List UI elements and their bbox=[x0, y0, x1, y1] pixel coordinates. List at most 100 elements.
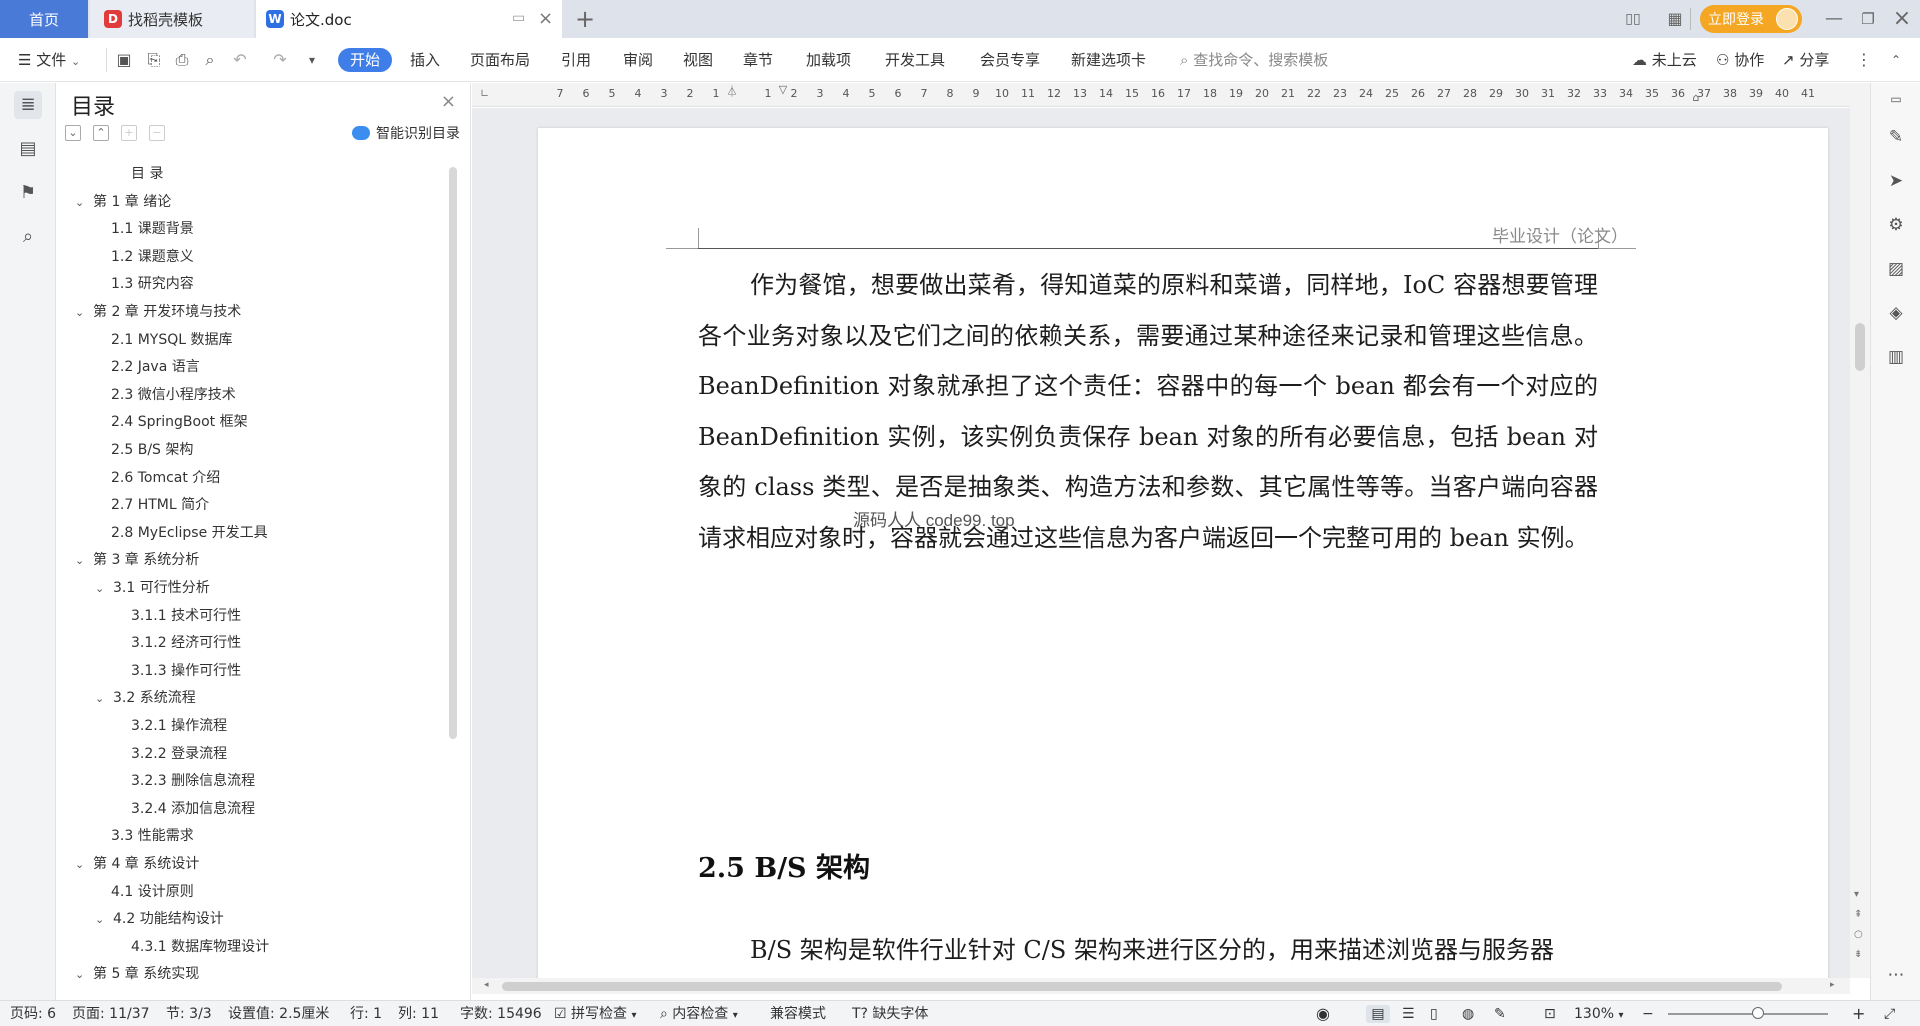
word-count[interactable]: 字数: 15496 bbox=[460, 1005, 542, 1023]
zoom-in-icon[interactable]: + bbox=[1852, 1005, 1865, 1023]
select-cursor-icon[interactable]: ➤ bbox=[1884, 169, 1908, 193]
zoom-slider-handle[interactable] bbox=[1752, 1007, 1764, 1019]
write-mode-icon[interactable]: ✎ bbox=[1494, 1005, 1506, 1023]
toc-item[interactable]: 2.2 Java 语言 bbox=[111, 354, 200, 380]
toc-item[interactable]: 3.2.3 删除信息流程 bbox=[131, 768, 255, 794]
horizontal-scroll-thumb[interactable] bbox=[502, 982, 1782, 991]
pin-tab-icon[interactable]: ▭ bbox=[512, 10, 525, 26]
fullscreen-icon[interactable]: ⤢ bbox=[1884, 1005, 1895, 1023]
eye-protection-icon[interactable]: ◉ bbox=[1316, 1005, 1330, 1023]
expand-all-icon[interactable]: ⌄ bbox=[65, 125, 81, 141]
document-area[interactable]: 毕业设计（论文） 作为餐馆，想要做出菜肴，得知道菜的原料和菜谱，同样地，IoC … bbox=[472, 108, 1850, 978]
redo-icon[interactable]: ↷ bbox=[270, 50, 290, 70]
zoom-slider[interactable] bbox=[1668, 1013, 1828, 1015]
toc-item[interactable]: ⌄ 第 2 章 开发环境与技术 bbox=[75, 299, 241, 325]
more-tools-icon[interactable]: ⋯ bbox=[1884, 963, 1908, 987]
toc-item[interactable]: 3.1.2 经济可行性 bbox=[131, 630, 241, 656]
chevron-down-icon[interactable]: ⌄ bbox=[95, 686, 109, 712]
toc-item[interactable]: ⌄ 第 3 章 系统分析 bbox=[75, 547, 199, 573]
zoom-out-icon[interactable]: − bbox=[1642, 1005, 1654, 1023]
toc-item[interactable]: 4.3.1 数据库物理设计 bbox=[131, 934, 269, 960]
edit-pen-icon[interactable]: ✎ bbox=[1884, 125, 1908, 149]
fit-page-icon[interactable]: ⊡ bbox=[1544, 1005, 1556, 1023]
toc-item[interactable]: 2.1 MYSQL 数据库 bbox=[111, 327, 233, 353]
zoom-level[interactable]: 130% ▾ bbox=[1574, 1005, 1624, 1023]
add-heading-icon[interactable]: + bbox=[121, 125, 137, 141]
collapse-all-icon[interactable]: ⌃ bbox=[93, 125, 109, 141]
collaborate-button[interactable]: ⚇ 协作 bbox=[1716, 48, 1764, 72]
apps-grid-icon[interactable]: ▦ bbox=[1664, 8, 1686, 30]
quick-access-more-icon[interactable]: ▾ bbox=[302, 50, 322, 70]
section-count[interactable]: 节: 3/3 bbox=[166, 1005, 212, 1023]
tab-review[interactable]: 审阅 bbox=[623, 48, 653, 72]
chevron-down-icon[interactable]: ⌄ bbox=[95, 907, 109, 933]
command-search-input[interactable]: ⌕ 查找命令、搜索模板 bbox=[1180, 48, 1328, 72]
close-window-icon[interactable]: × bbox=[1891, 8, 1913, 30]
toc-item[interactable]: 3.2.4 添加信息流程 bbox=[131, 796, 255, 822]
toc-item[interactable]: 2.8 MyEclipse 开发工具 bbox=[111, 520, 268, 546]
tab-addins[interactable]: 加载项 bbox=[806, 48, 851, 72]
tab-developer[interactable]: 开发工具 bbox=[885, 48, 945, 72]
document-vertical-scrollbar[interactable]: ▾ ⇞ ○ ⇟ bbox=[1850, 83, 1870, 978]
content-check-button[interactable]: ⌕ 内容检查 ▾ bbox=[660, 1005, 738, 1023]
adjust-settings-icon[interactable]: ⚙ bbox=[1884, 213, 1908, 237]
toc-item[interactable]: ⌄ 第 4 章 系统设计 bbox=[75, 851, 199, 877]
section-heading[interactable]: 2.5 B/S 架构 bbox=[698, 846, 870, 885]
minimize-icon[interactable]: — bbox=[1823, 8, 1845, 30]
reading-icon[interactable]: ▥ bbox=[1884, 345, 1908, 369]
toc-item[interactable]: 1.1 课题背景 bbox=[111, 216, 194, 242]
select-browse-icon[interactable]: ○ bbox=[1854, 929, 1863, 940]
toc-item[interactable]: 4.1 设计原则 bbox=[111, 879, 194, 905]
tab-insert[interactable]: 插入 bbox=[410, 48, 440, 72]
setting-value[interactable]: 设置值: 2.5厘米 bbox=[228, 1005, 329, 1023]
web-view-icon[interactable]: ◍ bbox=[1462, 1005, 1474, 1023]
navigate-icon[interactable]: ◈ bbox=[1884, 301, 1908, 325]
toc-item[interactable]: ⌄ 第 5 章 系统实现 bbox=[75, 961, 199, 987]
document-horizontal-scrollbar[interactable]: ◂ ▸ bbox=[472, 978, 1850, 994]
tab-references[interactable]: 引用 bbox=[561, 48, 591, 72]
toc-item[interactable]: 2.6 Tomcat 介绍 bbox=[111, 465, 220, 491]
horizontal-ruler[interactable]: ∟ 7 6 5 4 3 2 1 1 2 3 4 5 6 7 8 9 10 11 12 13 14 15 16 17 18 19 20… bbox=[472, 83, 1850, 107]
page-code[interactable]: 页码: 6 bbox=[10, 1005, 56, 1023]
reading-layout-icon[interactable]: ▯▯ bbox=[1622, 8, 1644, 30]
close-tab-icon[interactable]: × bbox=[538, 8, 553, 29]
chevron-down-icon[interactable]: ⌄ bbox=[75, 852, 89, 878]
print-preview-icon[interactable]: ⌕ bbox=[200, 50, 220, 70]
close-outline-icon[interactable]: × bbox=[441, 91, 456, 112]
body-paragraph[interactable]: 作为餐馆，想要做出菜肴，得知道菜的原料和菜谱，同样地，IoC 容器想要管理各个业… bbox=[698, 260, 1598, 564]
tab-document[interactable]: W 论文.doc ▭ × bbox=[256, 0, 562, 38]
tab-template[interactable]: D 找稻壳模板 bbox=[90, 0, 254, 38]
remove-heading-icon[interactable]: − bbox=[149, 125, 165, 141]
vertical-scroll-thumb[interactable] bbox=[1855, 323, 1865, 371]
page-count[interactable]: 页面: 11/37 bbox=[72, 1005, 150, 1023]
undo-icon[interactable]: ↶ bbox=[230, 50, 250, 70]
scroll-right-icon[interactable]: ▸ bbox=[1830, 980, 1835, 990]
toc-item[interactable]: ⌄ 3.1 可行性分析 bbox=[95, 575, 210, 601]
tab-start[interactable]: 开始 bbox=[338, 48, 393, 72]
toc-item[interactable]: 1.3 研究内容 bbox=[111, 271, 194, 297]
chevron-down-icon[interactable]: ⌄ bbox=[95, 576, 109, 602]
chevron-down-icon[interactable]: ⌄ bbox=[75, 548, 89, 574]
outline-view-icon[interactable]: ☰ bbox=[1402, 1005, 1415, 1023]
toc-item[interactable]: 2.4 SpringBoot 框架 bbox=[111, 409, 248, 435]
scroll-down-icon[interactable]: ▾ bbox=[1854, 889, 1859, 900]
tab-home[interactable]: 首页 bbox=[0, 0, 88, 38]
tab-new-tab[interactable]: 新建选项卡 bbox=[1071, 48, 1146, 72]
first-line-indent-marker[interactable]: ▽ bbox=[777, 83, 789, 96]
print-icon[interactable]: ⎙ bbox=[172, 50, 192, 70]
search-panel-icon[interactable]: ⌕ bbox=[14, 223, 42, 251]
login-button[interactable]: 立即登录 bbox=[1700, 5, 1802, 33]
scroll-left-icon[interactable]: ◂ bbox=[484, 980, 489, 990]
spell-check-button[interactable]: ☑ 拼写检查 ▾ bbox=[554, 1005, 637, 1023]
panel-toggle-icon[interactable]: ▭ bbox=[1884, 87, 1908, 111]
chevron-down-icon[interactable]: ⌄ bbox=[75, 962, 89, 988]
toc-item[interactable]: ⌄ 4.2 功能结构设计 bbox=[95, 906, 224, 932]
toc-item[interactable]: 1.2 课题意义 bbox=[111, 244, 194, 270]
save-icon[interactable]: ▣ bbox=[114, 50, 134, 70]
toc-item[interactable]: ⌄ 3.2 系统流程 bbox=[95, 685, 196, 711]
chevron-down-icon[interactable]: ⌄ bbox=[75, 300, 89, 326]
more-options-icon[interactable]: ⋮ bbox=[1854, 50, 1874, 70]
collapse-ribbon-icon[interactable]: ⌃ bbox=[1886, 50, 1906, 70]
page-view-icon[interactable]: ▤ bbox=[1366, 1005, 1390, 1023]
document-page[interactable]: 毕业设计（论文） 作为餐馆，想要做出菜肴，得知道菜的原料和菜谱，同样地，IoC … bbox=[538, 128, 1828, 978]
